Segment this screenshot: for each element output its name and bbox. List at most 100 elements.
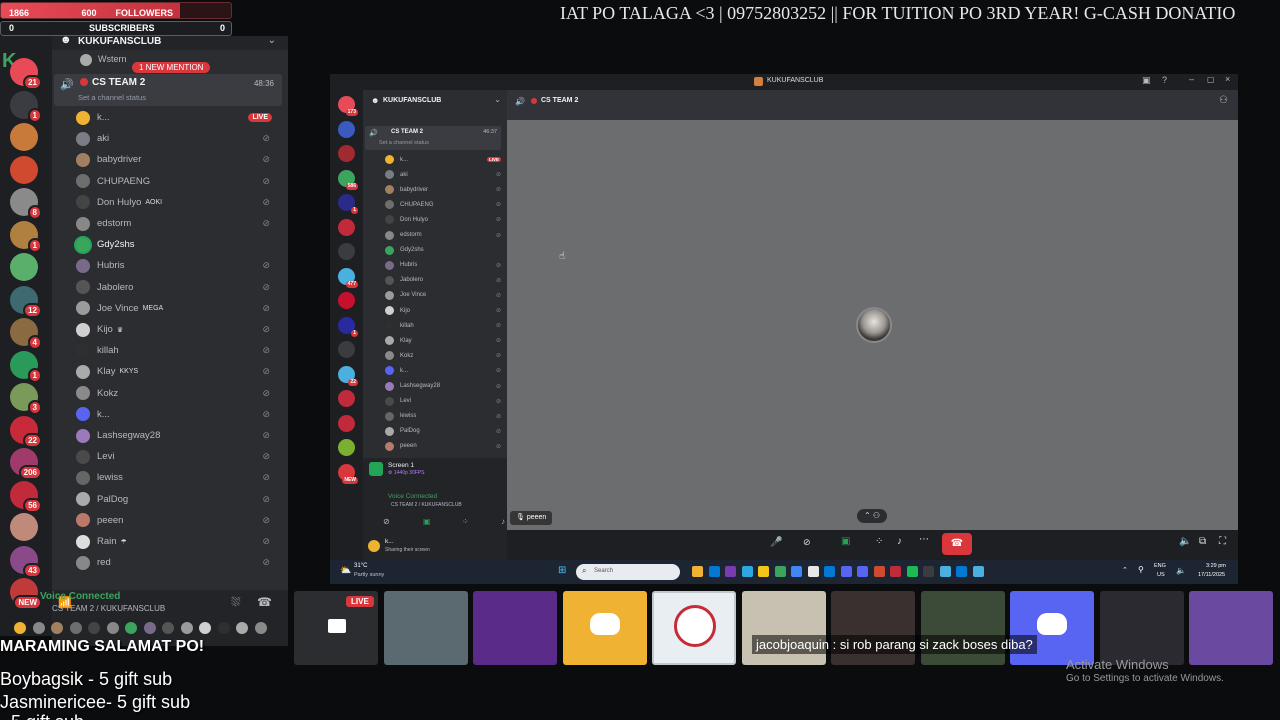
maximize-icon[interactable]: ▢ [1207,75,1215,84]
inner-camera-off-icon[interactable]: ⊘ [383,517,390,526]
volume-icon[interactable]: 🔈 [1179,536,1191,547]
people-icon[interactable]: ⚇ [1219,95,1228,106]
inner-server-icon[interactable] [338,243,355,260]
server-icon-10[interactable]: 3 [10,383,42,415]
colorful-tile[interactable] [1189,591,1273,665]
server-header[interactable]: ☻ KUKUFANSCLUB ⌄ [52,36,288,50]
inner-member-row[interactable]: peeen ⊘ [371,439,503,454]
voice-member-row[interactable]: CHUPAENG ⊘ [56,171,280,192]
voice-member-row[interactable]: k... LIVE [56,107,280,128]
taskbar-app-icon[interactable] [857,566,868,577]
server-icon-5[interactable]: 1 [10,220,42,253]
inner-server-icon[interactable] [338,414,355,432]
taskbar-app-icon[interactable] [708,566,720,577]
voice-member-row[interactable]: edstorm ⊘ [56,213,280,234]
server-icon-1[interactable]: 1 [10,90,42,123]
server-icon-16[interactable]: NEW [10,578,42,610]
taskbar-app-icon[interactable] [956,566,967,577]
voice-member-row[interactable]: red ⊘ [56,552,280,573]
inner-server-icon[interactable] [338,120,355,138]
voice-member-row[interactable]: Rain ☂ ⊘ [56,531,280,552]
voice-member-row[interactable]: PalDog ⊘ [56,489,280,510]
inner-member-row[interactable]: k... LIVE [371,152,503,167]
share-screen-icon[interactable]: ▣ [841,536,850,547]
server-icon-12[interactable]: 206 [10,448,42,480]
voice-member-row[interactable]: Don Hulyo AOKI ⊘ [56,192,280,213]
voice-member-row[interactable]: Gdy2shs [56,234,280,255]
new-mention-badge[interactable]: 1 NEW MENTION [132,62,211,73]
collapse-toggle[interactable]: ⌃ ⚇ [857,509,887,523]
inner-server-icon[interactable]: 1 [338,194,358,214]
voice-channel-row[interactable]: 🔊 CS TEAM 2 48:36 Set a channel status [54,74,282,106]
anime-avatar-tile[interactable] [473,591,557,665]
voice-member-row[interactable]: Kijo ♛ ⊘ [56,319,280,340]
voice-member-row[interactable]: Jabolero ⊘ [56,277,280,298]
taskbar-app-icon[interactable] [972,566,984,577]
server-icon-4[interactable]: 8 [10,188,42,220]
taskbar-app-icon[interactable] [725,566,736,577]
channel-status[interactable]: Set a channel status [78,93,146,102]
server-icon-15[interactable]: 43 [10,545,42,578]
voice-member-row[interactable]: lewiss ⊘ [56,467,280,488]
inner-member-row[interactable]: Levi ⊘ [371,394,503,409]
inner-member-row[interactable]: Lashsegway28 ⊘ [371,379,503,394]
inner-member-row[interactable]: Kokz ⊘ [371,348,503,363]
server-icon-9[interactable]: 1 [10,350,42,383]
taskbar-app-icon[interactable] [840,566,852,577]
inner-server-icon[interactable]: 22 [338,365,358,386]
inner-member-row[interactable]: Klay ⊘ [371,333,503,348]
server-icon-8[interactable]: 4 [10,318,42,350]
camera-tile[interactable] [383,591,468,665]
voice-member-row[interactable]: peeen ⊘ [56,510,280,531]
inner-member-row[interactable]: Joe Vince ⊘ [371,288,503,303]
inner-member-row[interactable]: PalDog ⊘ [371,424,503,439]
minimize-icon[interactable]: – [1189,74,1194,84]
server-icon-11[interactable]: 22 [10,415,42,448]
inner-member-row[interactable]: killah ⊘ [371,318,503,333]
discord-yellow-tile[interactable] [562,591,647,665]
close-icon[interactable]: × [1225,74,1230,84]
inner-server-icon[interactable] [338,439,355,456]
voice-member-row[interactable]: killah ⊘ [56,340,280,361]
voice-member-row[interactable]: babydriver ⊘ [56,149,280,170]
voice-member-row[interactable]: Kokz ⊘ [56,383,280,404]
taskbar-app-icon[interactable] [692,566,703,577]
inner-share-screen-icon[interactable]: ▣ [423,517,431,526]
taskbar-app-icon[interactable] [741,566,753,577]
taskbar-app-icon[interactable] [807,566,819,577]
voice-member-row[interactable]: Hubris ⊘ [56,255,280,276]
inner-member-row[interactable]: k... ⊘ [371,363,503,378]
disconnect-call-button[interactable]: ☎ [942,533,972,555]
inner-member-row[interactable]: aki ⊘ [371,167,503,182]
inner-server-icon[interactable] [338,145,355,162]
taskbar-app-icon[interactable] [791,566,802,577]
inner-server-icon[interactable]: 173 [338,96,358,116]
voice-location[interactable]: CS TEAM 2 / KUKUFANSCLUB [52,604,165,613]
inner-server-icon[interactable]: 586 [338,169,358,190]
server-icon-2[interactable] [10,123,38,151]
inbox-icon[interactable]: ▣ [1142,75,1151,86]
inner-server-icon[interactable]: NEW [338,463,358,484]
server-icon-3[interactable] [10,155,38,184]
inner-member-row[interactable]: Don Hulyo ⊘ [371,212,503,227]
voice-member-row[interactable]: aki ⊘ [56,128,280,149]
inner-member-row[interactable]: edstorm ⊘ [371,228,503,243]
inner-server-icon[interactable] [338,292,355,309]
mic-icon[interactable]: 🎤 [770,537,782,548]
inner-member-row[interactable]: Hubris ⊘ [371,258,503,273]
wifi-icon[interactable]: ⚲ [1138,565,1144,574]
server-icon-14[interactable] [10,513,38,541]
fullscreen-icon[interactable]: ⛶ [1219,536,1226,547]
taskbar-app-icon[interactable] [774,566,786,577]
inner-member-row[interactable]: Gdy2shs [371,243,503,258]
voice-member-row[interactable]: k... ⊘ [56,404,280,425]
taskbar-app-icon[interactable] [923,566,934,577]
popout-icon[interactable]: ⧉ [1199,536,1206,547]
inner-member-row[interactable]: Kijo ⊘ [371,303,503,318]
voice-member-row[interactable]: Lashsegway28 ⊘ [56,425,280,446]
chevron-down-icon[interactable]: ⌄ [268,36,276,46]
noise-suppression-icon[interactable]: ⛆ [231,595,241,610]
inner-member-row[interactable]: lewiss ⊘ [371,409,503,424]
taskbar-app-icon[interactable] [906,566,918,577]
inner-server-icon[interactable] [338,341,355,358]
